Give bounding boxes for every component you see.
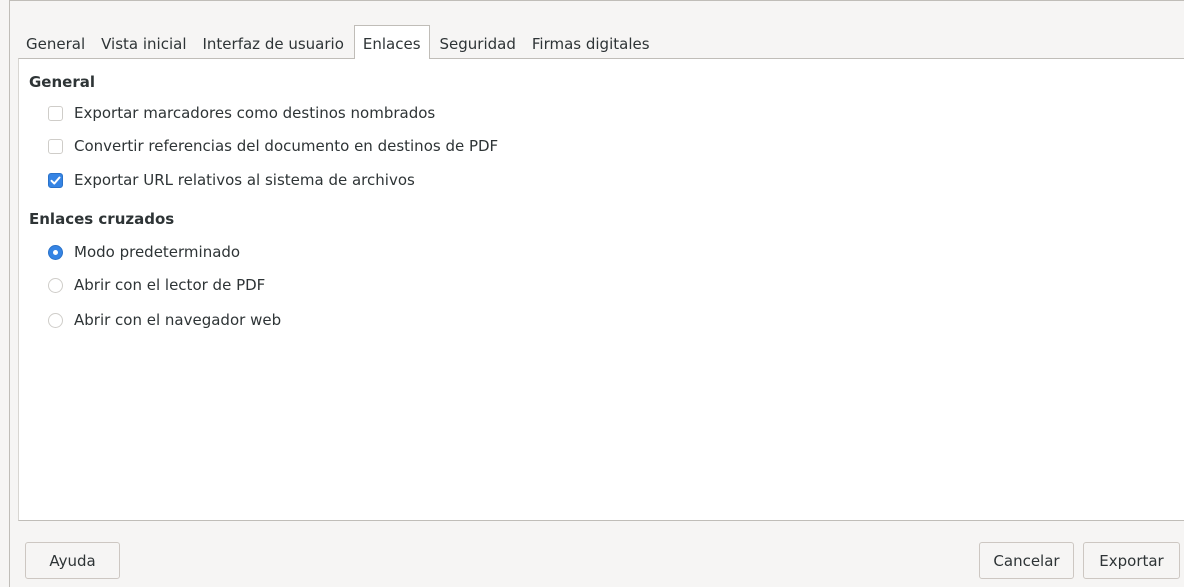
export-button[interactable]: Exportar [1083, 542, 1180, 579]
checkbox-export-bookmarks[interactable]: Exportar marcadores como destinos nombra… [48, 104, 435, 122]
checkbox-box-checked[interactable] [48, 172, 63, 188]
checkbox-relative-urls[interactable]: Exportar URL relativos al sistema de arc… [48, 171, 415, 189]
help-button[interactable]: Ayuda [25, 542, 120, 579]
checkbox-box[interactable] [48, 138, 63, 154]
tab-interfaz-usuario[interactable]: Interfaz de usuario [195, 26, 352, 59]
tab-vista-inicial[interactable]: Vista inicial [93, 26, 194, 59]
checkbox-convert-references[interactable]: Convertir referencias del documento en d… [48, 137, 498, 155]
radio-label: Modo predeterminado [74, 243, 241, 261]
radio-open-pdf-reader[interactable]: Abrir con el lector de PDF [48, 276, 265, 294]
radio-button-selected[interactable] [48, 244, 63, 260]
checkbox-label: Exportar marcadores como destinos nombra… [74, 104, 436, 122]
radio-button[interactable] [48, 277, 63, 293]
tab-seguridad[interactable]: Seguridad [432, 26, 524, 59]
radio-label: Abrir con el lector de PDF [74, 276, 266, 294]
tab-general[interactable]: General [18, 26, 93, 59]
radio-label: Abrir con el navegador web [74, 311, 282, 329]
checkbox-box[interactable] [48, 105, 63, 121]
radio-open-web-browser[interactable]: Abrir con el navegador web [48, 311, 281, 329]
checkmark-icon [50, 176, 61, 184]
section-title-cross-links: Enlaces cruzados [29, 210, 175, 228]
radio-button[interactable] [48, 312, 63, 328]
checkbox-label: Exportar URL relativos al sistema de arc… [74, 171, 415, 189]
tab-enlaces[interactable]: Enlaces [353, 25, 430, 59]
tab-firmas-digitales[interactable]: Firmas digitales [524, 26, 658, 59]
radio-default-mode[interactable]: Modo predeterminado [48, 243, 240, 261]
tab-bar: General Vista inicial Interfaz de usuari… [18, 25, 658, 59]
section-title-general: General [29, 73, 95, 91]
cancel-button[interactable]: Cancelar [979, 542, 1074, 579]
tab-content-panel: General Exportar marcadores como destino… [18, 58, 1184, 521]
checkbox-label: Convertir referencias del documento en d… [74, 137, 499, 155]
